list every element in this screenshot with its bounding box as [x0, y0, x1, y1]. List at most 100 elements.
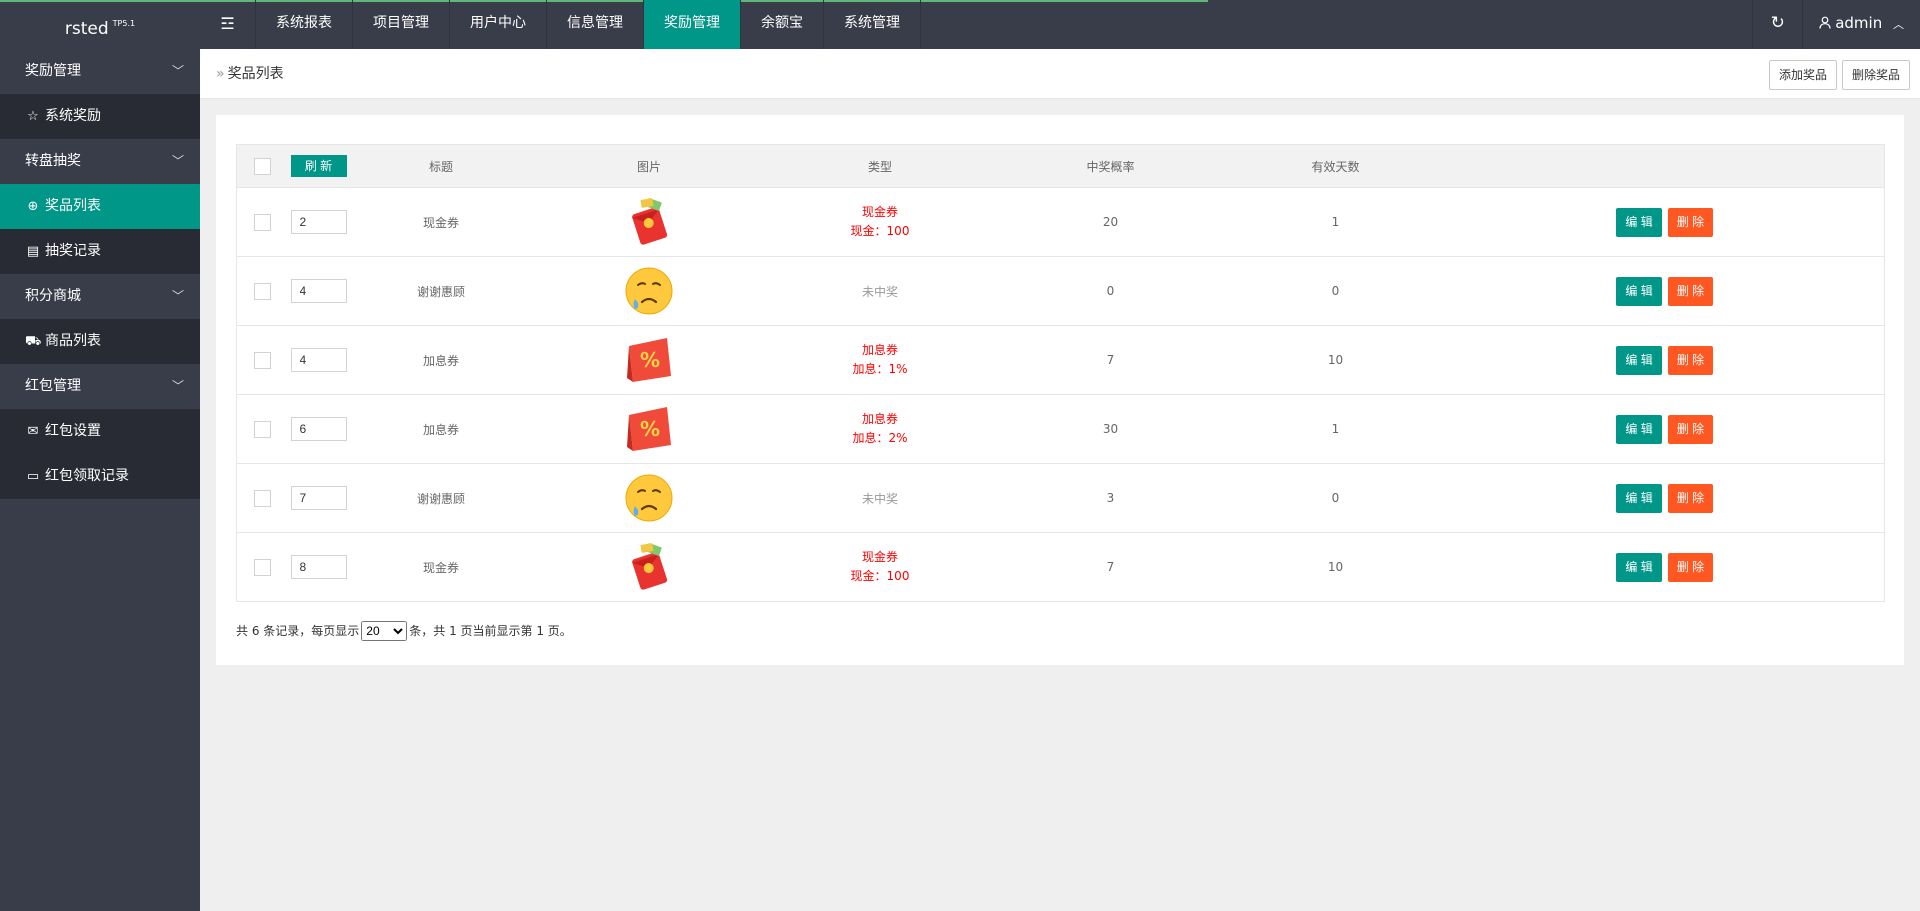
sidebar-item-goods-list[interactable]: ⛟ 商品列表 [0, 319, 200, 364]
row-checkbox-cell [236, 187, 289, 257]
nav-balance[interactable]: 余额宝 [741, 0, 824, 49]
sidebar-item-prize-list[interactable]: ⊕ 奖品列表 [0, 184, 200, 229]
svg-text:%: % [640, 417, 660, 441]
row-checkbox-cell [236, 532, 289, 602]
row-checkbox[interactable] [254, 351, 272, 369]
row-valid-days: 1 [1225, 187, 1446, 257]
row-sort-cell [288, 187, 349, 257]
edit-button[interactable]: 编 辑 [1616, 276, 1662, 306]
sort-order-input[interactable] [290, 210, 347, 234]
sort-order-input[interactable] [290, 417, 347, 441]
sort-order-input[interactable] [290, 279, 347, 303]
breadcrumb: » 奖品列表 [216, 66, 284, 82]
delete-button[interactable]: 删 除 [1667, 207, 1714, 237]
header-select-all [236, 144, 289, 188]
row-checkbox[interactable] [254, 489, 272, 507]
sidebar: 奖励管理 ﹀ ☆ 系统奖励 转盘抽奖 ﹀ ⊕ 奖品列表 ▤ 抽奖记录 积分商城 ﹀ ⛟ 商品列… [0, 49, 200, 911]
cart-icon: ⛟ [25, 334, 42, 349]
page-size-select[interactable]: 20 [361, 621, 408, 641]
table-row: 现金券 现金券现金：100 20 1 编 辑删 除 [236, 187, 1885, 257]
nav-user-center[interactable]: 用户中心 [450, 0, 547, 49]
user-name: admin [1835, 14, 1883, 32]
row-title: 加息券 [348, 325, 534, 395]
sad-face-icon [625, 267, 673, 315]
delete-button[interactable]: 删 除 [1667, 276, 1714, 306]
sidebar-item-draw-record[interactable]: ▤ 抽奖记录 [0, 229, 200, 274]
row-probability: 0 [995, 256, 1226, 326]
row-sort-cell [288, 394, 349, 464]
pager-suffix: 条，共 1 页当前显示第 1 页。 [409, 624, 572, 638]
sidebar-item-system-reward[interactable]: ☆ 系统奖励 [0, 94, 200, 139]
table-row: 谢谢惠顾 未中奖 0 0 编 辑删 除 [236, 256, 1885, 326]
nav-project[interactable]: 项目管理 [353, 0, 450, 49]
sidebar-group-wheel[interactable]: 转盘抽奖 ﹀ [0, 139, 200, 184]
row-title: 谢谢惠顾 [348, 463, 534, 533]
menu-toggle-icon[interactable]: ☲ [200, 0, 256, 49]
card-icon: ▭ [26, 469, 40, 484]
pager-prefix: 共 6 条记录，每页显示 [236, 624, 360, 638]
row-image-cell: % [533, 325, 765, 395]
add-prize-button[interactable]: 添加奖品 [1768, 60, 1837, 90]
refresh-sort-button[interactable]: 刷 新 [290, 155, 347, 177]
row-probability: 7 [995, 532, 1226, 602]
edit-button[interactable]: 编 辑 [1616, 552, 1662, 582]
row-checkbox[interactable] [254, 213, 272, 231]
red-packet-icon [632, 198, 668, 245]
row-checkbox[interactable] [254, 282, 272, 300]
sort-order-input[interactable] [290, 348, 347, 372]
type-label: 未中奖 [861, 491, 898, 506]
delete-prize-button[interactable]: 删除奖品 [1841, 60, 1910, 90]
chevron-down-icon: ﹀ [171, 379, 184, 393]
sidebar-group-points-mall[interactable]: 积分商城 ﹀ [0, 274, 200, 319]
row-checkbox[interactable] [254, 558, 272, 576]
row-probability: 3 [995, 463, 1226, 533]
delete-button[interactable]: 删 除 [1667, 414, 1714, 444]
type-label: 加息券 [861, 412, 898, 426]
breadcrumb-bar: » 奖品列表 添加奖品 删除奖品 [200, 49, 1920, 99]
edit-button[interactable]: 编 辑 [1616, 207, 1662, 237]
sidebar-group-reward[interactable]: 奖励管理 ﹀ [0, 49, 200, 94]
delete-button[interactable]: 删 除 [1667, 483, 1714, 513]
row-type: 加息券加息：2% [764, 394, 996, 464]
row-actions: 编 辑删 除 [1445, 187, 1885, 257]
row-actions: 编 辑删 除 [1445, 532, 1885, 602]
delete-button[interactable]: 删 除 [1667, 345, 1714, 375]
row-type: 未中奖 [764, 256, 996, 326]
person-icon [1819, 16, 1831, 29]
sort-order-input[interactable] [290, 555, 347, 579]
row-title: 加息券 [348, 394, 534, 464]
sidebar-group-redpacket[interactable]: 红包管理 ﹀ [0, 364, 200, 409]
type-detail: 加息：2% [852, 431, 908, 445]
table-row: 加息券 % 加息券加息：2% 30 1 编 辑删 除 [236, 394, 1885, 464]
row-probability: 7 [995, 325, 1226, 395]
sidebar-item-redpacket-records[interactable]: ▭ 红包领取记录 [0, 454, 200, 499]
edit-button[interactable]: 编 辑 [1616, 345, 1662, 375]
row-actions: 编 辑删 除 [1445, 463, 1885, 533]
globe-icon: ⊕ [27, 199, 39, 214]
row-type: 未中奖 [764, 463, 996, 533]
page-title: 奖品列表 [227, 66, 284, 82]
sidebar-item-redpacket-settings[interactable]: ✉ 红包设置 [0, 409, 200, 454]
edit-button[interactable]: 编 辑 [1616, 414, 1662, 444]
delete-button[interactable]: 删 除 [1667, 552, 1714, 582]
prize-list-card: 刷 新 标题 图片 类型 中奖概率 有效天数 现金券 现金券现金：100 20 … [216, 115, 1904, 665]
nav-reward[interactable]: 奖励管理 [644, 0, 741, 49]
nav-info[interactable]: 信息管理 [547, 0, 644, 49]
sort-order-input[interactable] [290, 486, 347, 510]
svg-text:%: % [640, 348, 660, 372]
nav-system-report[interactable]: 系统报表 [256, 0, 353, 49]
user-menu[interactable]: admin ︿ [1802, 0, 1920, 49]
row-checkbox-cell [236, 325, 289, 395]
row-checkbox-cell [236, 256, 289, 326]
row-probability: 30 [995, 394, 1226, 464]
refresh-icon[interactable]: ↻ [1752, 0, 1802, 49]
row-type: 加息券 加息：1% [764, 325, 996, 395]
row-title: 现金券 [348, 532, 534, 602]
percent-coupon-icon: % [627, 407, 671, 451]
header-image: 图片 [533, 144, 765, 188]
row-checkbox[interactable] [254, 420, 272, 438]
edit-button[interactable]: 编 辑 [1616, 483, 1662, 513]
nav-system[interactable]: 系统管理 [824, 0, 921, 49]
select-all-checkbox[interactable] [254, 157, 272, 175]
table-row: 加息券 % 加息券加息：1% 7 10 编 辑删 除 [236, 325, 1885, 395]
